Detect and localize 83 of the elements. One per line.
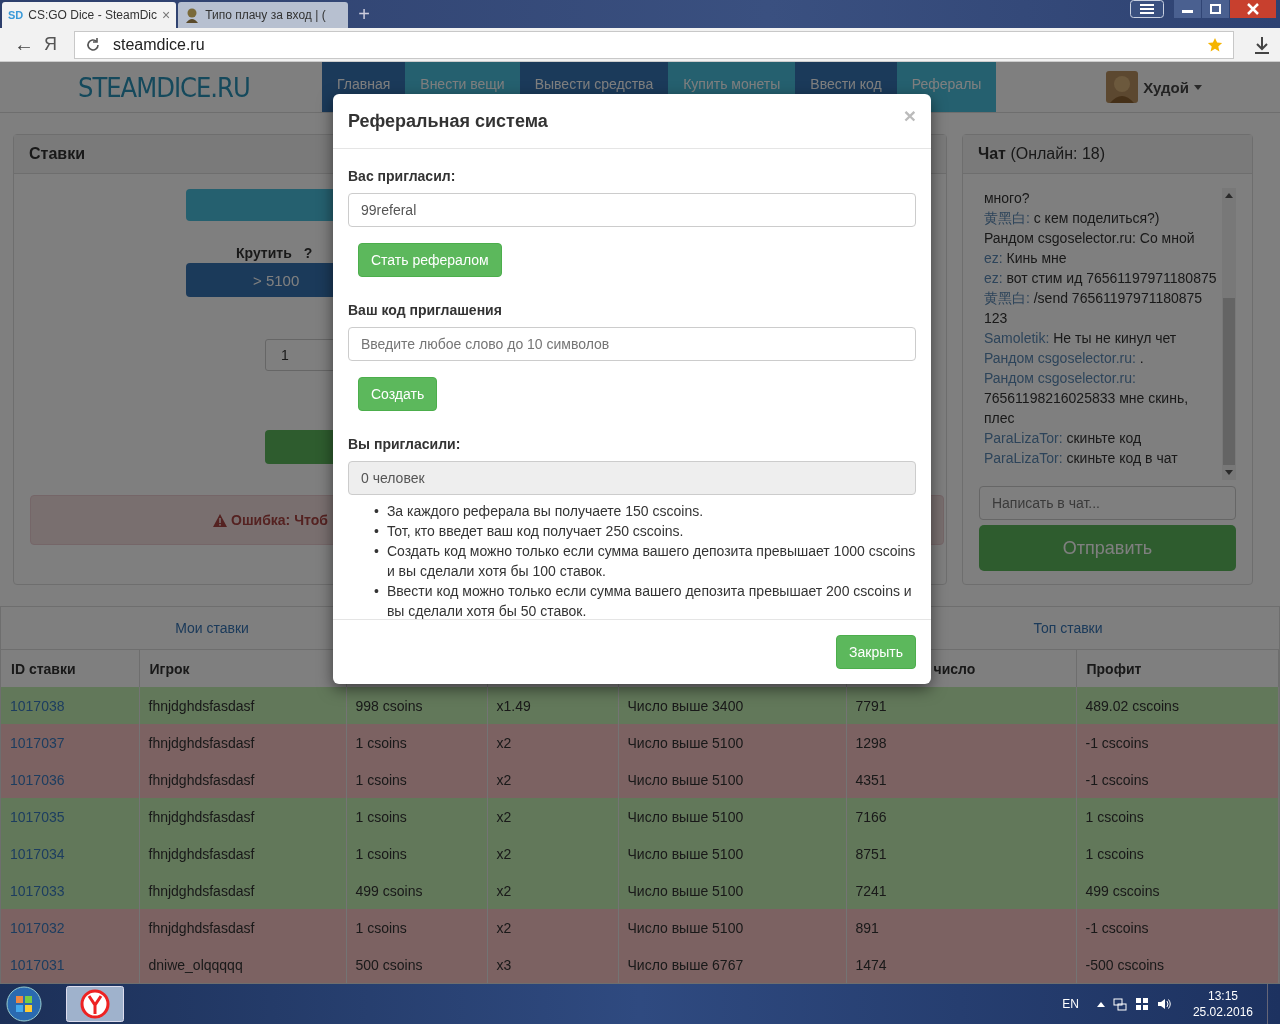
url-text: steamdice.ru — [113, 35, 205, 54]
bet-id-link[interactable]: 1017036 — [10, 771, 65, 788]
invited-count-field: 0 человек — [348, 461, 916, 495]
address-bar[interactable]: steamdice.ru — [74, 30, 1234, 59]
help-link[interactable]: ? — [303, 245, 313, 261]
rule-item: За каждого реферала вы получаете 150 cscoins. — [386, 502, 704, 521]
field-label: Ваш код приглашения — [348, 301, 502, 320]
user-name[interactable]: Худой — [1143, 78, 1189, 96]
bet-id-link[interactable]: 1017037 — [10, 734, 65, 751]
rule-item: Создать код можно только если сумма вашего депозита превышает 1000 cscoins и вы сделали хотя бы 100 ставок. — [386, 542, 916, 581]
tab-close-button[interactable]: × — [162, 7, 171, 23]
become-referral-button[interactable]: Стать рефералом — [358, 243, 502, 277]
chat-message: 黄黑白: с кем поделиться?) — [982, 209, 1161, 228]
field-label: Вас пригласил: — [348, 167, 456, 186]
panel-title: Чат (Онлайн: 18) — [977, 145, 1105, 163]
browser-tab[interactable]: Типо плачу за вход | ( — [178, 2, 349, 28]
chat-message: 黄黑白: /send 76561197971180875 123 — [982, 289, 1204, 328]
site-favicon: SD — [8, 9, 24, 21]
bullet: • — [374, 582, 379, 601]
back-button[interactable]: ← — [14, 33, 34, 56]
user-avatar[interactable] — [1106, 71, 1139, 103]
person-icon — [184, 7, 201, 23]
bullet: • — [374, 542, 379, 561]
chat-message: ParaLizaTor: скиньте код — [982, 429, 1143, 448]
field-label: Вы пригласили: — [348, 435, 461, 454]
bullet: • — [374, 502, 379, 521]
scroll-down-icon[interactable] — [1225, 470, 1233, 475]
close-icon[interactable] — [1230, 0, 1276, 18]
start-button[interactable] — [4, 984, 44, 1024]
warning-icon — [213, 513, 227, 527]
table-cell: dniwe_olqqqqq — [139, 946, 346, 983]
tab-title: Типо плачу за вход | ( — [205, 8, 327, 22]
download-icon[interactable] — [1252, 34, 1272, 55]
rule-item: Тот, кто введет ваш код получает 250 cscoins. — [386, 522, 684, 541]
send-button[interactable]: Отправить — [978, 525, 1236, 571]
caret-icon[interactable] — [1194, 84, 1202, 90]
bet-id-link[interactable]: 1017038 — [10, 697, 65, 714]
table-cell: -500 cscoins — [1076, 946, 1279, 983]
bullet: • — [374, 522, 379, 541]
chat-message: Samoletik: Не ты не кинул чет — [982, 329, 1178, 348]
chat-message: ez: Кинь мне — [982, 249, 1068, 268]
bet-id-link[interactable]: 1017033 — [10, 882, 65, 899]
browser-tab[interactable]: SD CS:GO Dice - SteamDic × — [2, 2, 177, 28]
scrollbar[interactable] — [1222, 188, 1236, 480]
error-text: Ошибка: Чтоб — [231, 512, 328, 528]
table-cell: x3 — [487, 946, 618, 983]
table-cell: 1474 — [846, 946, 1076, 983]
menu-icon[interactable] — [1130, 0, 1164, 18]
language-indicator[interactable]: EN — [1062, 997, 1079, 1011]
speaker-icon[interactable] — [1156, 997, 1171, 1011]
tab-title: CS:GO Dice - SteamDic — [28, 8, 157, 22]
star-icon[interactable] — [1207, 36, 1223, 53]
tray-arrow-icon[interactable] — [1096, 1001, 1105, 1007]
windows-icon[interactable] — [1134, 997, 1149, 1011]
table-cell: 500 csoins — [346, 946, 487, 983]
panel-title: Ставки — [29, 145, 85, 163]
browser-taskbar-icon[interactable] — [66, 986, 124, 1022]
table-cell: Число выше 6767 — [618, 946, 846, 983]
invite-code-field[interactable]: Введите любое слово до 10 символов — [348, 327, 916, 361]
bet-id-link[interactable]: 1017035 — [10, 808, 65, 825]
chat-input-field[interactable]: Написать в чат... — [978, 486, 1236, 520]
create-button[interactable]: Создать — [358, 377, 438, 411]
chat-message: Рандом csgoselector.ru: . — [982, 349, 1145, 368]
chat-message: ez: вот стим ид 76561197971180875 — [982, 269, 1218, 288]
dialog-title: Реферальная система — [348, 110, 548, 132]
site-logo[interactable]: STEAMDICE.RU — [0, 62, 322, 112]
bet-id-link[interactable]: 1017031 — [10, 956, 65, 973]
new-tab-button[interactable]: + — [350, 2, 378, 26]
reload-icon[interactable] — [85, 36, 101, 53]
maximize-button[interactable] — [1202, 0, 1229, 18]
scroll-up-icon[interactable] — [1225, 193, 1233, 198]
chat-message: много? — [982, 189, 1031, 208]
chat-message: Рандом csgoselector.ru: Со мной — [982, 229, 1196, 248]
network-icon[interactable] — [1112, 997, 1127, 1011]
chat-message: ParaLizaTor: скиньте код в чат — [982, 449, 1179, 468]
close-dialog-button[interactable]: Закрыть — [836, 635, 916, 669]
minimize-button[interactable] — [1174, 0, 1201, 18]
spin-label: Крутить — [236, 245, 292, 261]
referrer-field[interactable]: 99referal — [348, 193, 916, 227]
yandex-button[interactable]: Я — [44, 34, 64, 55]
clock[interactable]: 13:15 25.02.2016 — [1192, 988, 1253, 1020]
bet-id-link[interactable]: 1017034 — [10, 845, 65, 862]
bet-id-link[interactable]: 1017032 — [10, 919, 65, 936]
